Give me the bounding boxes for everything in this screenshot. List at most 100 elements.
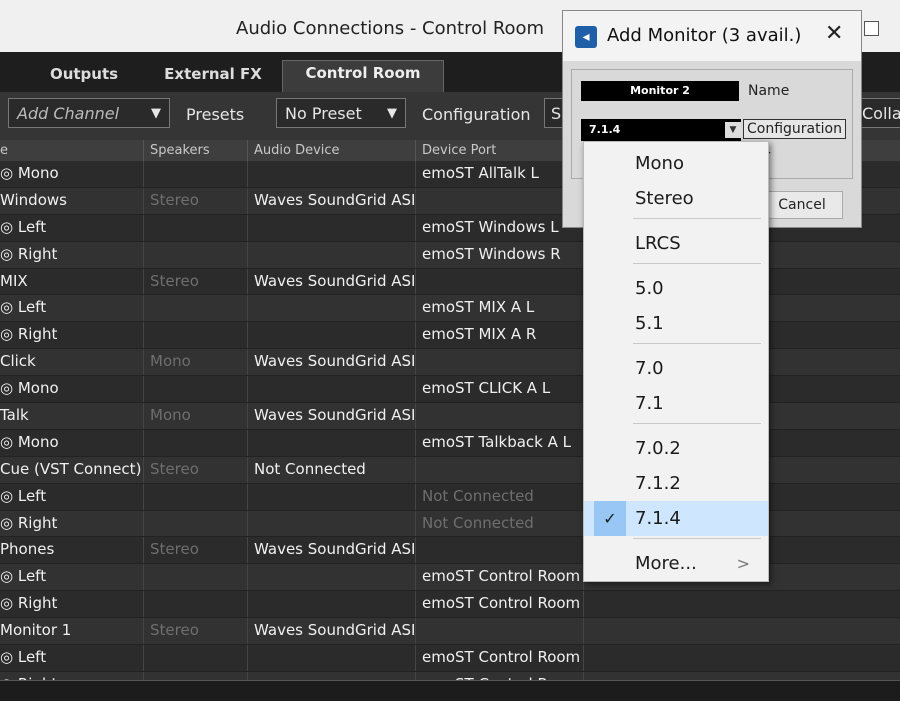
device-port-cell[interactable]: emoST Windows R [415,241,583,268]
device-port-cell[interactable] [415,268,583,295]
audio-device-cell[interactable] [247,429,415,456]
row-name-cell[interactable]: ◎ Mono [0,376,143,402]
row-name-cell[interactable]: MIX [0,269,143,295]
row-name-cell[interactable]: ◎ Left [0,564,143,590]
device-port-cell[interactable] [415,187,583,214]
device-port-cell[interactable]: emoST Control Room B [415,645,583,671]
device-port-cell[interactable]: emoST Windows L [415,214,583,241]
horizontal-scrollbar[interactable] [0,680,900,701]
audio-device-cell[interactable] [247,564,415,591]
menu-item-7-1-2[interactable]: 7.1.2 [584,466,768,501]
speakers-cell[interactable] [143,564,247,591]
column-header-audio-device[interactable]: Audio Device [247,140,415,161]
audio-device-cell[interactable] [247,645,415,671]
audio-device-cell[interactable]: Waves SoundGrid ASIO [247,403,415,429]
audio-device-cell[interactable] [247,510,415,537]
configuration-select[interactable]: 7.1.4 ▼ [581,119,741,141]
add-channel-dropdown[interactable]: Add Channel ▼ [8,98,170,128]
row-name-cell[interactable]: ◎ Left [0,484,143,510]
speakers-cell[interactable]: Mono [143,403,247,429]
table-row[interactable]: Monitor 1 Stereo Waves SoundGrid ASIO [0,618,900,646]
close-icon[interactable]: ✕ [825,21,843,46]
speakers-cell[interactable] [143,214,247,241]
speakers-cell[interactable]: Stereo [143,187,247,214]
audio-device-cell[interactable] [247,295,415,322]
device-port-cell[interactable]: emoST MIX A R [415,322,583,349]
empty-cell[interactable] [583,618,900,645]
maximize-icon[interactable] [864,21,879,36]
speakers-cell[interactable] [143,161,247,187]
row-name-cell[interactable]: ◎ Right [0,242,143,268]
table-row[interactable]: ◎ Left emoST Control Room B [0,645,900,672]
monitor-name-field[interactable]: Monitor 2 [581,81,739,101]
row-name-cell[interactable]: Cue (VST Connect) [0,457,143,483]
audio-device-cell[interactable]: Waves SoundGrid ASIO [247,187,415,214]
audio-device-cell[interactable] [247,214,415,241]
device-port-cell[interactable] [415,403,583,429]
audio-device-cell[interactable]: Waves SoundGrid ASIO [247,349,415,376]
audio-device-cell[interactable] [247,591,415,618]
device-port-cell[interactable]: emoST Talkback A L [415,429,583,456]
speakers-cell[interactable] [143,429,247,456]
tab-control-room[interactable]: Control Room [282,60,444,93]
speakers-cell[interactable] [143,483,247,510]
speakers-cell[interactable]: Stereo [143,456,247,483]
row-name-cell[interactable]: ◎ Right [0,511,143,537]
row-name-cell[interactable]: Talk [0,403,143,429]
tab-outputs[interactable]: Outputs [28,62,140,92]
audio-device-cell[interactable] [247,483,415,510]
menu-item-mono[interactable]: Mono [584,146,768,181]
chevron-down-icon[interactable]: ▼ [725,122,741,138]
device-port-cell[interactable]: emoST Control Room C [415,591,583,618]
speakers-cell[interactable] [143,295,247,322]
row-name-cell[interactable]: Monitor 1 [0,618,143,644]
row-name-cell[interactable]: ◎ Right [0,591,143,617]
device-port-cell[interactable]: emoST AllTalk L [415,161,583,187]
speakers-cell[interactable] [143,241,247,268]
cancel-button[interactable]: Cancel [761,191,843,219]
tab-external-fx[interactable]: External FX [152,62,274,92]
menu-item-7-0-2[interactable]: 7.0.2 [584,431,768,466]
audio-device-cell[interactable] [247,161,415,187]
device-port-cell[interactable]: emoST MIX A L [415,295,583,322]
speakers-cell[interactable]: Stereo [143,537,247,564]
row-name-cell[interactable]: ◎ Left [0,295,143,321]
column-header-speakers[interactable]: Speakers [143,140,247,161]
menu-item-7-1-4[interactable]: ✓ 7.1.4 [584,501,768,536]
speakers-cell[interactable]: Stereo [143,618,247,645]
empty-cell[interactable] [583,645,900,671]
menu-item-stereo[interactable]: Stereo [584,181,768,216]
audio-device-cell[interactable] [247,376,415,403]
speakers-cell[interactable] [143,322,247,349]
device-port-cell[interactable]: emoST CLICK A L [415,376,583,403]
audio-device-cell[interactable] [247,241,415,268]
row-name-cell[interactable]: ◎ Left [0,645,143,671]
menu-item-5-0[interactable]: 5.0 [584,271,768,306]
row-name-cell[interactable]: ◎ Right [0,322,143,348]
audio-device-cell[interactable]: Not Connected [247,456,415,483]
speakers-cell[interactable] [143,591,247,618]
device-port-cell[interactable] [415,618,583,645]
row-name-cell[interactable]: ◎ Mono [0,161,143,187]
column-header-device-port[interactable]: Device Port [415,140,583,161]
audio-device-cell[interactable]: Waves SoundGrid ASIO [247,268,415,295]
menu-item-5-1[interactable]: 5.1 [584,306,768,341]
menu-item-7-1[interactable]: 7.1 [584,386,768,421]
device-port-cell[interactable]: Not Connected [415,510,583,537]
audio-device-cell[interactable]: Waves SoundGrid ASIO [247,537,415,564]
audio-device-cell[interactable] [247,322,415,349]
row-name-cell[interactable]: Click [0,349,143,375]
menu-item-more[interactable]: More... > [584,546,768,581]
speakers-cell[interactable] [143,645,247,671]
row-name-cell[interactable]: Windows [0,188,143,214]
row-name-cell[interactable]: Phones [0,537,143,563]
speakers-cell[interactable] [143,510,247,537]
audio-device-cell[interactable]: Waves SoundGrid ASIO [247,618,415,645]
empty-cell[interactable] [583,591,900,618]
device-port-cell[interactable] [415,537,583,564]
column-header-name[interactable]: e [0,140,143,161]
device-port-cell[interactable]: emoST Control Room C [415,564,583,591]
menu-item-7-0[interactable]: 7.0 [584,351,768,386]
table-row[interactable]: ◎ Right emoST Control Room C [0,591,900,619]
speakers-cell[interactable]: Mono [143,349,247,376]
